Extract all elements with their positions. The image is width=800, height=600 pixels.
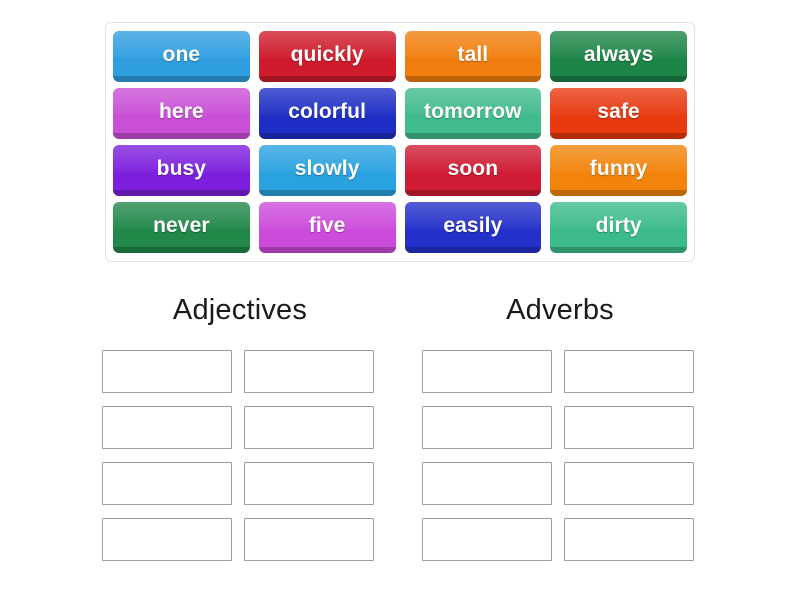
group-title-adverbs: Adverbs (506, 294, 614, 326)
drop-slot[interactable] (244, 350, 374, 393)
word-tile[interactable]: always (550, 31, 687, 82)
word-tile-label: funny (589, 157, 648, 180)
drop-slot[interactable] (102, 350, 232, 393)
word-tile-label: dirty (595, 214, 642, 237)
drop-slot[interactable] (244, 406, 374, 449)
drop-slot[interactable] (422, 406, 552, 449)
word-tile-label: never (153, 214, 210, 237)
word-tile[interactable]: safe (550, 88, 687, 139)
drop-slot[interactable] (564, 518, 694, 561)
drop-slot[interactable] (564, 406, 694, 449)
word-tile[interactable]: busy (113, 145, 250, 196)
word-tile-label: slowly (294, 157, 360, 180)
drop-slot[interactable] (102, 406, 232, 449)
word-tile[interactable]: soon (404, 145, 542, 196)
word-bank-panel: one quickly tall always here colorful to… (105, 22, 695, 262)
word-tile[interactable]: colorful (258, 88, 396, 139)
word-tile[interactable]: never (113, 202, 250, 253)
word-tile[interactable]: dirty (550, 202, 687, 253)
drop-slot[interactable] (102, 462, 232, 505)
word-tile[interactable]: funny (550, 145, 687, 196)
word-tile-label: always (583, 43, 654, 66)
word-tile[interactable]: tomorrow (404, 88, 542, 139)
word-tile-label: busy (156, 157, 207, 180)
word-tile-label: five (308, 214, 346, 237)
word-tile[interactable]: quickly (258, 31, 396, 82)
drop-slot[interactable] (244, 518, 374, 561)
word-tile[interactable]: here (113, 88, 250, 139)
word-bank-grid: one quickly tall always here colorful to… (113, 31, 687, 253)
drop-slot[interactable] (422, 518, 552, 561)
drop-zone-group-adverbs (422, 350, 694, 561)
word-tile-label: one (162, 43, 201, 66)
word-tile[interactable]: tall (404, 31, 542, 82)
word-tile-label: soon (447, 157, 499, 180)
drop-slot[interactable] (564, 462, 694, 505)
word-tile-label: safe (597, 100, 640, 123)
word-tile[interactable]: one (113, 31, 250, 82)
word-tile[interactable]: five (258, 202, 396, 253)
drop-zone-group-adjectives (102, 350, 374, 561)
word-tile-label: here (158, 100, 204, 123)
word-tile-label: tall (457, 43, 489, 66)
word-tile-label: colorful (288, 100, 367, 123)
word-tile[interactable]: slowly (258, 145, 396, 196)
group-title-adjectives: Adjectives (172, 294, 308, 326)
word-tile-label: tomorrow (424, 100, 522, 123)
word-tile-label: quickly (290, 43, 364, 66)
drop-slot[interactable] (244, 462, 374, 505)
word-tile[interactable]: easily (404, 202, 542, 253)
drop-slot[interactable] (422, 350, 552, 393)
word-tile-label: easily (443, 214, 503, 237)
drop-slot[interactable] (102, 518, 232, 561)
drop-slot[interactable] (422, 462, 552, 505)
drop-slot[interactable] (564, 350, 694, 393)
